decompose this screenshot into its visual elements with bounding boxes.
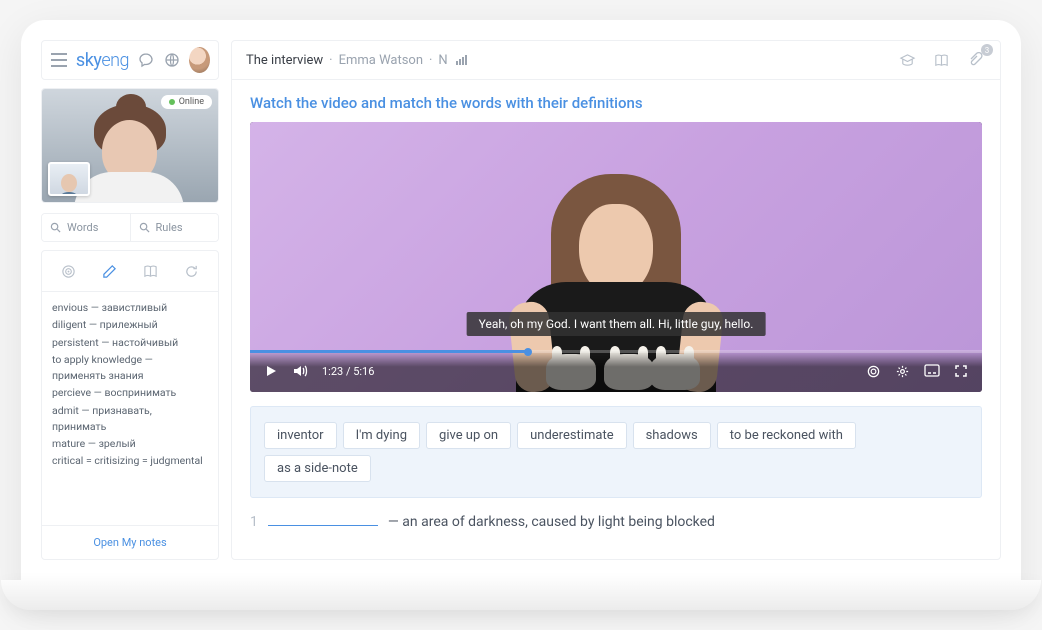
vocab-item: diligent — прилежный <box>52 317 208 333</box>
answer-blank[interactable] <box>268 512 378 526</box>
search-icon <box>139 222 150 233</box>
pencil-icon[interactable] <box>99 260 121 282</box>
laptop-frame: skyeng Online <box>21 20 1021 600</box>
menu-icon[interactable] <box>50 49 68 71</box>
brand-part2: eng <box>101 50 129 71</box>
open-notes-link[interactable]: Open My notes <box>42 525 218 559</box>
rules-placeholder: Rules <box>156 221 183 234</box>
book-icon[interactable] <box>140 260 162 282</box>
brand-logo[interactable]: skyeng <box>76 50 129 71</box>
captions-icon[interactable] <box>924 364 940 379</box>
settings-icon[interactable] <box>895 364 910 379</box>
word-chip[interactable]: as a side-note <box>264 455 371 482</box>
fullscreen-icon[interactable] <box>954 364 968 379</box>
search-words[interactable]: Words <box>42 214 130 241</box>
vocab-item: to apply knowledge — применять знания <box>52 352 208 385</box>
lesson-title: The interview <box>246 53 323 68</box>
volume-icon[interactable] <box>292 364 308 378</box>
attachment-icon[interactable]: 3 <box>964 49 986 71</box>
notes-panel: envious — завистливыйdiligent — прилежны… <box>41 250 219 560</box>
attachment-count: 3 <box>981 44 993 56</box>
progress-bar[interactable] <box>250 350 982 353</box>
lesson-header: The interview · Emma Watson · N 3 <box>232 41 1000 80</box>
header-actions: 3 <box>896 49 986 71</box>
vocab-item: admit — признавать, принимать <box>52 403 208 436</box>
status-label: Online <box>179 97 204 107</box>
top-bar: skyeng <box>41 40 219 80</box>
open-book-icon[interactable] <box>930 49 952 71</box>
word-chip[interactable]: to be reckoned with <box>717 422 856 449</box>
video-time: 1:23 / 5:16 <box>322 365 374 378</box>
video-caption: Yeah, oh my God. I want them all. Hi, li… <box>467 312 766 336</box>
online-status: Online <box>161 95 212 109</box>
sidebar: skyeng Online <box>41 40 219 560</box>
notes-toolbar <box>42 251 218 292</box>
target-icon[interactable] <box>58 260 80 282</box>
word-chip[interactable]: I'm dying <box>343 422 420 449</box>
user-avatar[interactable] <box>189 47 210 73</box>
definition-text: — an area of darkness, caused by light b… <box>388 514 715 530</box>
question-row: 1 — an area of darkness, caused by light… <box>250 512 982 530</box>
play-icon[interactable] <box>264 364 278 378</box>
instruction-text: Watch the video and match the words with… <box>250 94 982 112</box>
self-video-pip[interactable] <box>48 162 90 196</box>
vocab-item: percieve — воспринимать <box>52 385 208 401</box>
word-chip[interactable]: give up on <box>426 422 511 449</box>
video-controls: 1:23 / 5:16 <box>250 350 982 392</box>
video-player: Yeah, oh my God. I want them all. Hi, li… <box>250 122 982 392</box>
lesson-level: N <box>438 53 447 68</box>
word-bank: inventorI'm dyinggive up onunderestimate… <box>250 406 982 498</box>
video-call-panel: Online <box>41 88 219 203</box>
word-chip[interactable]: inventor <box>264 422 337 449</box>
vocab-item: mature — зрелый <box>52 436 208 452</box>
loop-icon[interactable] <box>866 364 881 379</box>
vocab-item: envious — завистливый <box>52 300 208 316</box>
vocab-item: critical = critisizing = judgmental <box>52 453 208 469</box>
search-row: Words Rules <box>41 213 219 242</box>
words-placeholder: Words <box>67 221 98 234</box>
globe-icon[interactable] <box>163 49 181 71</box>
search-rules[interactable]: Rules <box>130 214 219 241</box>
vocab-list: envious — завистливыйdiligent — прилежны… <box>42 292 218 525</box>
graduation-icon[interactable] <box>896 49 918 71</box>
status-dot-icon <box>169 99 175 105</box>
word-chip[interactable]: shadows <box>633 422 711 449</box>
search-icon <box>50 222 61 233</box>
brand-part1: sky <box>76 50 101 71</box>
vocab-item: persistent — настойчивый <box>52 335 208 351</box>
app-screen: skyeng Online <box>41 40 1001 560</box>
signal-icon <box>456 55 467 65</box>
word-chip[interactable]: underestimate <box>517 422 627 449</box>
lesson-content: Watch the video and match the words with… <box>232 80 1000 559</box>
main-panel: The interview · Emma Watson · N 3 <box>231 40 1001 560</box>
refresh-icon[interactable] <box>181 260 203 282</box>
question-number: 1 <box>250 514 258 530</box>
lesson-subtitle: Emma Watson <box>339 53 423 68</box>
chat-icon[interactable] <box>137 49 155 71</box>
